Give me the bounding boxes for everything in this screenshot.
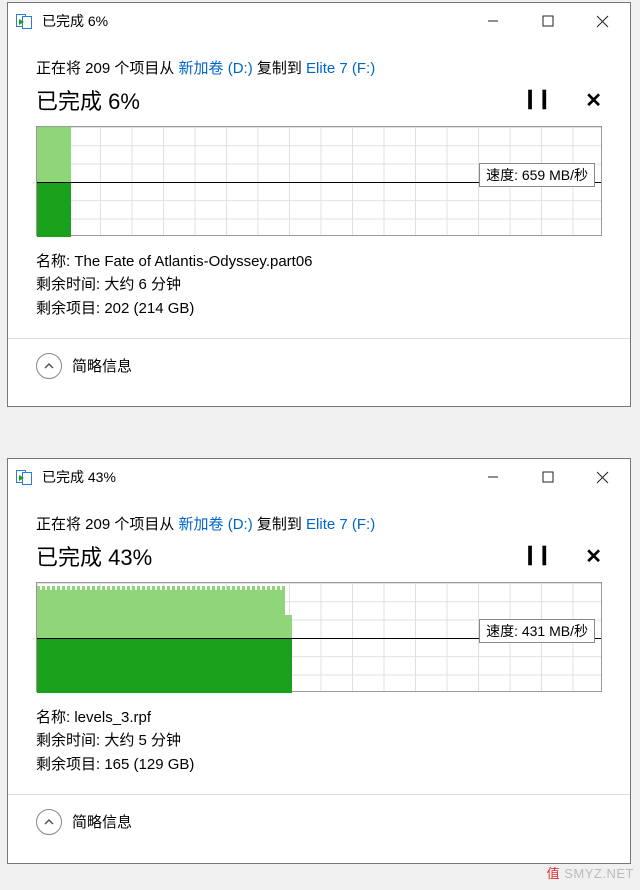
copy-dialog: 已完成 43% 正在将 209 个项目从 新加卷 (D:) 复制到 Elite … bbox=[7, 458, 631, 864]
collapse-toggle-icon[interactable] bbox=[36, 353, 62, 379]
progress-label: 已完成 43% bbox=[36, 540, 152, 572]
speed-chart: 速度: 431 MB/秒 bbox=[36, 582, 602, 692]
items-remaining: 202 (214 GB) bbox=[104, 300, 194, 317]
maximize-button[interactable] bbox=[520, 4, 575, 38]
transfer-details: 名称: The Fate of Atlantis-Odyssey.part06 … bbox=[36, 250, 602, 320]
dest-link[interactable]: Elite 7 (F:) bbox=[306, 60, 375, 77]
speed-readout: 速度: 659 MB/秒 bbox=[479, 163, 595, 187]
items-remaining: 165 (129 GB) bbox=[104, 756, 194, 773]
time-remaining: 大约 5 分钟 bbox=[104, 732, 181, 749]
copy-description: 正在将 209 个项目从 新加卷 (D:) 复制到 Elite 7 (F:) bbox=[36, 57, 602, 78]
titlebar[interactable]: 已完成 6% bbox=[8, 3, 630, 39]
speed-readout: 速度: 431 MB/秒 bbox=[479, 619, 595, 643]
copy-dialog: 已完成 6% 正在将 209 个项目从 新加卷 (D:) 复制到 Elite 7… bbox=[7, 2, 631, 407]
chart-fill-lower bbox=[37, 638, 285, 693]
file-name: levels_3.rpf bbox=[74, 709, 151, 726]
close-button[interactable] bbox=[575, 4, 630, 38]
file-name: The Fate of Atlantis-Odyssey.part06 bbox=[74, 253, 312, 270]
transfer-details: 名称: levels_3.rpf 剩余时间: 大约 5 分钟 剩余项目: 165… bbox=[36, 706, 602, 776]
minimize-button[interactable] bbox=[465, 4, 520, 38]
chart-fill-upper bbox=[37, 590, 285, 638]
minimize-button[interactable] bbox=[465, 460, 520, 494]
watermark: 值 SMYZ.NET bbox=[547, 863, 634, 882]
details-toggle-label[interactable]: 简略信息 bbox=[72, 355, 132, 376]
copy-icon bbox=[16, 12, 34, 30]
cancel-button[interactable]: ✕ bbox=[585, 88, 602, 113]
copy-description: 正在将 209 个项目从 新加卷 (D:) 复制到 Elite 7 (F:) bbox=[36, 513, 602, 534]
source-link[interactable]: 新加卷 (D:) bbox=[179, 60, 253, 77]
collapse-toggle-icon[interactable] bbox=[36, 809, 62, 835]
copy-icon bbox=[16, 468, 34, 486]
pause-button[interactable]: ▎▎ bbox=[529, 546, 558, 566]
progress-label: 已完成 6% bbox=[36, 84, 140, 116]
speed-chart: 速度: 659 MB/秒 bbox=[36, 126, 602, 236]
pause-button[interactable]: ▎▎ bbox=[529, 90, 558, 110]
close-button[interactable] bbox=[575, 460, 630, 494]
window-title: 已完成 6% bbox=[42, 11, 108, 31]
details-toggle-label[interactable]: 简略信息 bbox=[72, 811, 132, 832]
chart-fill-lower bbox=[37, 182, 71, 237]
source-link[interactable]: 新加卷 (D:) bbox=[179, 516, 253, 533]
dest-link[interactable]: Elite 7 (F:) bbox=[306, 516, 375, 533]
maximize-button[interactable] bbox=[520, 460, 575, 494]
chart-fill-upper bbox=[37, 127, 71, 182]
titlebar[interactable]: 已完成 43% bbox=[8, 459, 630, 495]
time-remaining: 大约 6 分钟 bbox=[104, 276, 181, 293]
window-title: 已完成 43% bbox=[42, 467, 116, 487]
cancel-button[interactable]: ✕ bbox=[585, 544, 602, 569]
